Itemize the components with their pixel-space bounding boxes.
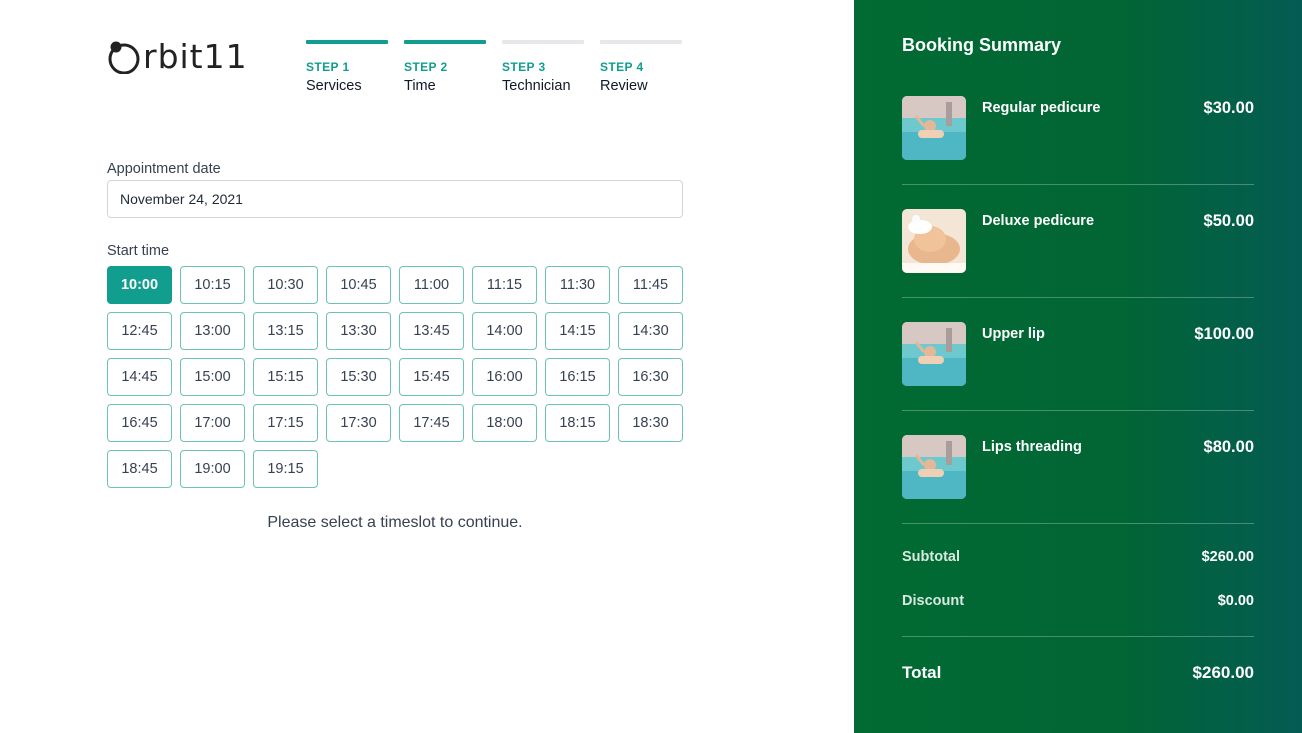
time-slot-button[interactable]: 15:00	[180, 358, 245, 396]
divider	[902, 184, 1254, 185]
step-1[interactable]: STEP 1 Services	[306, 40, 388, 95]
time-slot-button[interactable]: 17:30	[326, 404, 391, 442]
start-time-label: Start time	[107, 243, 170, 259]
item-price: $80.00	[1203, 438, 1254, 456]
step-label: Review	[600, 78, 648, 94]
step-2[interactable]: STEP 2 Time	[404, 40, 486, 95]
face-spa-photo	[902, 209, 966, 273]
appointment-date-label: Appointment date	[107, 161, 221, 177]
time-slot-button[interactable]: 17:00	[180, 404, 245, 442]
appointment-date-input[interactable]: November 24, 2021	[107, 180, 683, 218]
item-name: Lips threading	[982, 439, 1082, 455]
divider	[902, 523, 1254, 524]
step-label: Time	[404, 78, 436, 94]
time-slot-button[interactable]: 15:30	[326, 358, 391, 396]
time-slot-button[interactable]: 13:00	[180, 312, 245, 350]
subtotal-row: Subtotal $260.00	[902, 549, 1254, 565]
step-bar	[306, 40, 388, 44]
subtotal-label: Subtotal	[902, 549, 960, 565]
item-name: Regular pedicure	[982, 100, 1101, 116]
time-slot-button[interactable]: 16:30	[618, 358, 683, 396]
item-price: $30.00	[1203, 99, 1254, 117]
time-slot-button[interactable]: 13:15	[253, 312, 318, 350]
item-name: Deluxe pedicure	[982, 213, 1095, 229]
booking-form: rbit11 STEP 1 Services STEP 2 Time STEP …	[0, 0, 854, 733]
summary-item: Lips threading $80.00	[902, 435, 1254, 548]
time-slot-button[interactable]: 15:15	[253, 358, 318, 396]
total-value: $260.00	[1192, 663, 1254, 682]
time-slot-button[interactable]: 10:45	[326, 266, 391, 304]
step-progress: STEP 1 Services STEP 2 Time STEP 3 Techn…	[306, 40, 682, 95]
summary-item: Deluxe pedicure $50.00	[902, 209, 1254, 322]
item-price: $50.00	[1203, 212, 1254, 230]
appointment-date-value: November 24, 2021	[120, 191, 243, 207]
divider	[902, 410, 1254, 411]
summary-title: Booking Summary	[902, 35, 1062, 55]
time-slot-button[interactable]: 14:15	[545, 312, 610, 350]
brand-logo[interactable]: rbit11	[107, 38, 248, 76]
orbit-logo-icon	[108, 41, 140, 74]
time-slot-button[interactable]: 16:45	[107, 404, 172, 442]
time-slot-button[interactable]: 14:30	[618, 312, 683, 350]
discount-label: Discount	[902, 593, 965, 609]
item-name: Upper lip	[982, 326, 1045, 342]
time-slot-button[interactable]: 18:45	[107, 450, 172, 488]
pool-spa-photo	[902, 322, 966, 386]
divider	[902, 636, 1254, 637]
time-slot-button[interactable]: 14:00	[472, 312, 537, 350]
time-slot-button[interactable]: 19:15	[253, 450, 318, 488]
time-slot-button[interactable]: 10:15	[180, 266, 245, 304]
step-bar	[502, 40, 584, 44]
time-slot-button[interactable]: 11:00	[399, 266, 464, 304]
time-slot-button[interactable]: 11:45	[618, 266, 683, 304]
step-number: STEP 4	[600, 60, 644, 74]
time-slot-button[interactable]: 17:15	[253, 404, 318, 442]
pool-spa-photo	[902, 96, 966, 160]
time-slot-button[interactable]: 10:30	[253, 266, 318, 304]
item-price: $100.00	[1194, 325, 1254, 343]
time-slot-button[interactable]: 11:30	[545, 266, 610, 304]
step-bar	[404, 40, 486, 44]
step-number: STEP 1	[306, 60, 350, 74]
time-slot-button[interactable]: 17:45	[399, 404, 464, 442]
step-4[interactable]: STEP 4 Review	[600, 40, 682, 95]
time-slot-button[interactable]: 15:45	[399, 358, 464, 396]
time-slot-button[interactable]: 16:00	[472, 358, 537, 396]
step-number: STEP 3	[502, 60, 546, 74]
step-label: Technician	[502, 78, 571, 94]
time-slot-button[interactable]: 18:00	[472, 404, 537, 442]
pool-spa-photo	[902, 435, 966, 499]
time-slot-button[interactable]: 14:45	[107, 358, 172, 396]
subtotal-value: $260.00	[1201, 549, 1254, 565]
step-3[interactable]: STEP 3 Technician	[502, 40, 584, 95]
time-slot-button[interactable]: 11:15	[472, 266, 537, 304]
time-slot-button[interactable]: 13:45	[399, 312, 464, 350]
time-slot-grid: 10:00 10:15 10:30 10:45 11:00 11:15 11:30 11:45…	[107, 266, 687, 488]
time-slot-button[interactable]: 18:30	[618, 404, 683, 442]
time-slot-button[interactable]: 19:00	[180, 450, 245, 488]
timeslot-hint: Please select a timeslot to continue.	[267, 514, 523, 531]
time-slot-button[interactable]: 10:00	[107, 266, 172, 304]
time-slot-button[interactable]: 18:15	[545, 404, 610, 442]
summary-item: Upper lip $100.00	[902, 322, 1254, 435]
divider	[902, 297, 1254, 298]
total-row: Total $260.00	[902, 663, 1254, 683]
summary-item: Regular pedicure $30.00	[902, 96, 1254, 209]
discount-row: Discount $0.00	[902, 593, 1254, 609]
brand-name: rbit11	[143, 37, 248, 76]
time-slot-button[interactable]: 16:15	[545, 358, 610, 396]
booking-summary-panel: Booking Summary Regular pedicure $30.00	[854, 0, 1302, 733]
step-label: Services	[306, 78, 362, 94]
time-slot-button[interactable]: 12:45	[107, 312, 172, 350]
time-slot-button[interactable]: 13:30	[326, 312, 391, 350]
discount-value: $0.00	[1217, 593, 1254, 609]
step-number: STEP 2	[404, 60, 448, 74]
step-bar	[600, 40, 682, 44]
total-label: Total	[902, 663, 942, 682]
